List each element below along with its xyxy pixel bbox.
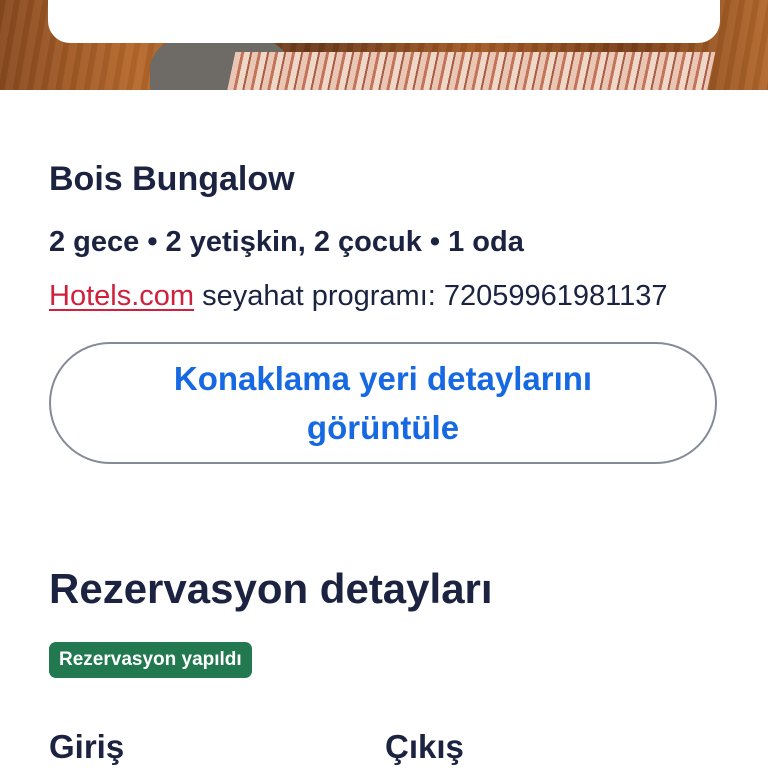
stay-summary: 2 gece • 2 yetişkin, 2 çocuk • 1 oda — [49, 226, 524, 258]
view-property-details-button[interactable]: Konaklama yeri detaylarını görüntüle — [49, 342, 717, 464]
view-property-details-label: Konaklama yeri detaylarını görüntüle — [173, 360, 593, 446]
checkout-label: Çıkış — [385, 728, 464, 765]
header-card — [48, 0, 720, 43]
status-badge: Rezervasyon yapıldı — [49, 642, 252, 678]
itinerary-line: Hotels.com seyahat programı: 72059961981… — [49, 280, 668, 313]
photo-blanket — [224, 52, 716, 90]
hotel-name: Bois Bungalow — [49, 160, 295, 198]
itinerary-number: seyahat programı: 72059961981137 — [194, 280, 668, 312]
checkin-label: Giriş — [49, 728, 125, 765]
hotels-com-link[interactable]: Hotels.com — [49, 280, 194, 312]
reservation-details-title: Rezervasyon detayları — [49, 565, 493, 612]
